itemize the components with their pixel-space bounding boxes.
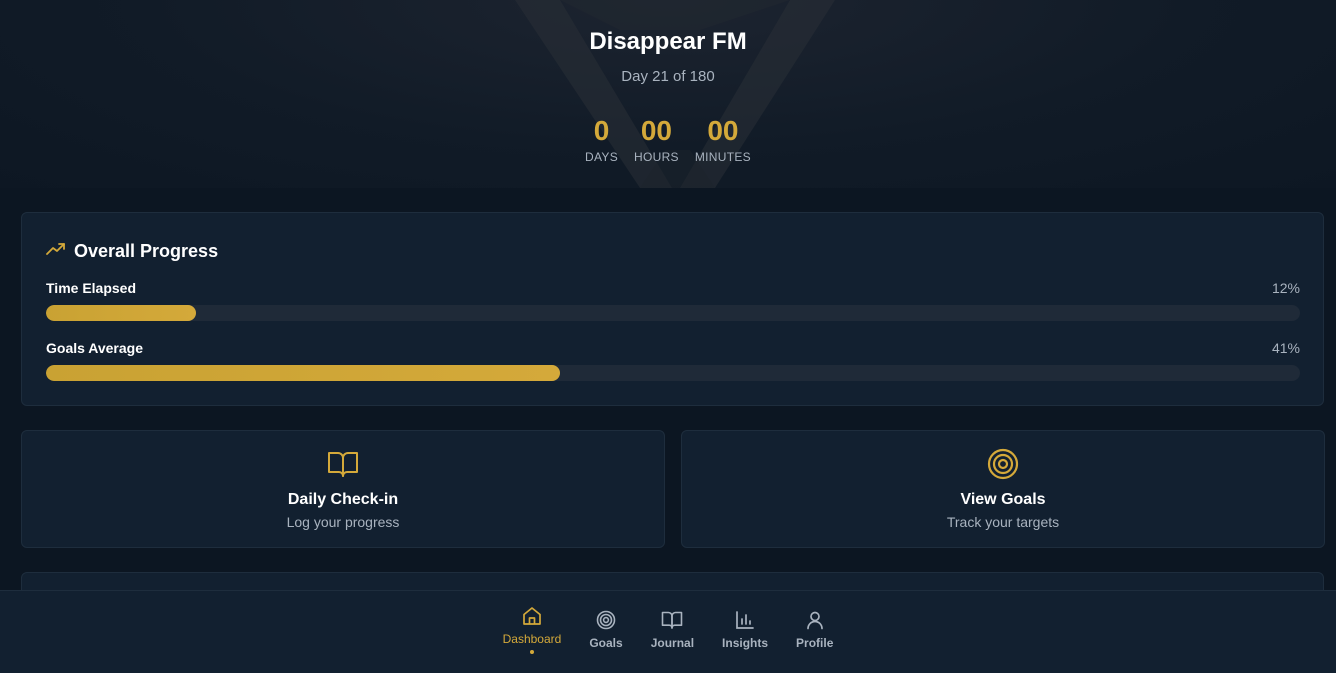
goals-average-label: Goals Average — [46, 340, 144, 356]
app-title: Disappear FM — [589, 28, 747, 55]
active-indicator-dot — [529, 650, 534, 654]
time-elapsed-label: Time Elapsed — [46, 280, 137, 296]
countdown-hours: 00 HOURS — [634, 114, 679, 164]
trending-up-icon — [46, 242, 66, 261]
time-elapsed-metric: Time Elapsed 12% — [46, 279, 1300, 321]
nav-item-dashboard[interactable]: Dashboard — [489, 605, 576, 673]
time-elapsed-value: 12% — [1271, 280, 1300, 296]
dashboard-page: Disappear FM Day 21 of 180 0 DAYS 00 HOU… — [0, 0, 1336, 673]
time-elapsed-progress-track — [46, 305, 1300, 321]
view-goals-title: View Goals — [960, 491, 1046, 508]
daily-check-in-card[interactable]: Daily Check-in Log your progress — [21, 430, 665, 548]
time-elapsed-progress-fill — [46, 305, 197, 321]
overall-progress-title: Overall Progress — [74, 241, 219, 261]
countdown-days-value: 0 — [593, 115, 610, 146]
day-counter: Day 21 of 180 — [621, 68, 715, 85]
countdown-hours-label: HOURS — [634, 150, 679, 164]
nav-item-goals[interactable]: Goals — [575, 609, 636, 673]
book-open-icon — [326, 447, 360, 481]
goals-average-progress-fill — [46, 365, 561, 381]
countdown-hours-value: 00 — [640, 115, 673, 146]
countdown-days: 0 DAYS — [585, 114, 618, 164]
hero-banner: Disappear FM Day 21 of 180 0 DAYS 00 HOU… — [0, 0, 1336, 188]
nav-label-journal: Journal — [650, 636, 695, 650]
countdown-timer: 0 DAYS 00 HOURS 00 MINUTES — [0, 114, 1336, 164]
countdown-minutes: 00 MINUTES — [695, 114, 751, 164]
overall-progress-header: Overall Progress — [46, 241, 218, 262]
view-goals-card[interactable]: View Goals Track your targets — [681, 430, 1325, 548]
nav-label-insights: Insights — [722, 636, 769, 650]
nav-item-profile[interactable]: Profile — [782, 609, 847, 673]
nav-label-profile: Profile — [796, 636, 834, 650]
nav-item-insights[interactable]: Insights — [708, 609, 782, 673]
goals-average-value: 41% — [1271, 340, 1300, 356]
daily-check-in-subtitle: Log your progress — [286, 514, 400, 530]
nav-label-goals: Goals — [589, 636, 623, 650]
view-goals-subtitle: Track your targets — [946, 514, 1060, 530]
book-open-icon — [661, 609, 683, 631]
target-icon — [986, 447, 1020, 481]
bottom-navigation: Dashboard Goals Journal Insights Profile — [0, 590, 1336, 673]
home-icon — [521, 605, 543, 627]
overall-progress-card: Overall Progress Time Elapsed 12% Goals … — [21, 212, 1324, 406]
nav-label-dashboard: Dashboard — [502, 632, 562, 646]
bar-chart-icon — [734, 609, 756, 631]
daily-check-in-title: Daily Check-in — [287, 491, 399, 508]
nav-item-journal[interactable]: Journal — [637, 609, 708, 673]
countdown-minutes-label: MINUTES — [694, 150, 751, 164]
countdown-minutes-value: 00 — [707, 115, 739, 146]
countdown-days-label: DAYS — [585, 150, 619, 164]
target-icon — [595, 609, 617, 631]
goals-average-metric: Goals Average 41% — [46, 339, 1300, 381]
goals-average-progress-track — [46, 365, 1300, 381]
user-icon — [804, 609, 826, 631]
